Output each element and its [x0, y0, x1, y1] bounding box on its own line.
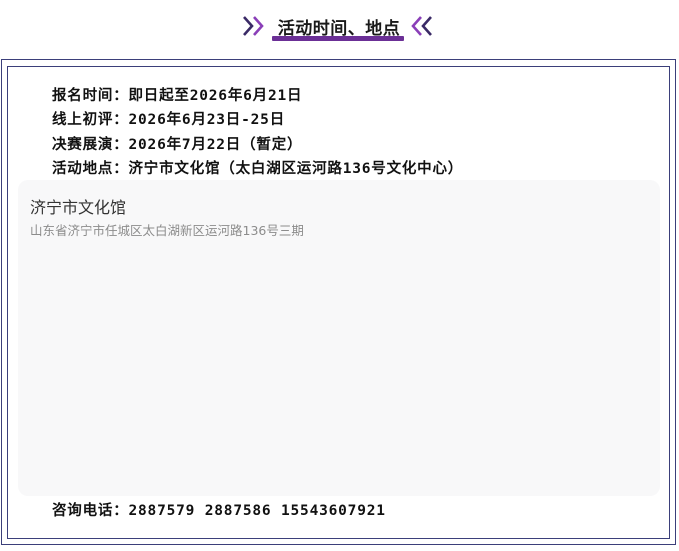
- double-chevron-right-icon: [243, 16, 264, 36]
- online-review-value: 2026年6月23日-25日: [128, 112, 285, 128]
- finals-line: 决赛展演：2026年7月22日（暂定）: [52, 133, 302, 154]
- map-venue-name: 济宁市文化馆: [30, 198, 127, 217]
- online-review-label: 线上初评：: [52, 112, 129, 128]
- venue-line: 活动地点：济宁市文化馆（太白湖区运河路136号文化中心）: [52, 157, 463, 178]
- map-venue-address: 山东省济宁市任城区太白湖新区运河路136号三期: [30, 223, 304, 238]
- finals-value: 2026年7月22日（暂定）: [128, 137, 303, 153]
- double-chevron-left-icon: [411, 16, 432, 36]
- contact-label: 咨询电话：: [52, 503, 129, 519]
- signup-time-value: 即日起至2026年6月21日: [128, 88, 303, 104]
- online-review-line: 线上初评：2026年6月23日-25日: [52, 108, 285, 129]
- section-header: 活动时间、地点: [0, 12, 679, 42]
- contact-line: 咨询电话：2887579 2887586 15543607921: [52, 499, 386, 520]
- title-underline: [272, 36, 404, 41]
- contact-phone-numbers: 2887579 2887586 15543607921: [128, 503, 386, 519]
- venue-value: 济宁市文化馆（太白湖区运河路136号文化中心）: [128, 161, 464, 177]
- finals-label: 决赛展演：: [52, 137, 129, 153]
- location-map-card[interactable]: 济宁市文化馆 山东省济宁市任城区太白湖新区运河路136号三期: [18, 180, 660, 496]
- signup-time-label: 报名时间：: [52, 88, 129, 104]
- signup-time-line: 报名时间：即日起至2026年6月21日: [52, 84, 302, 105]
- venue-label: 活动地点：: [52, 161, 129, 177]
